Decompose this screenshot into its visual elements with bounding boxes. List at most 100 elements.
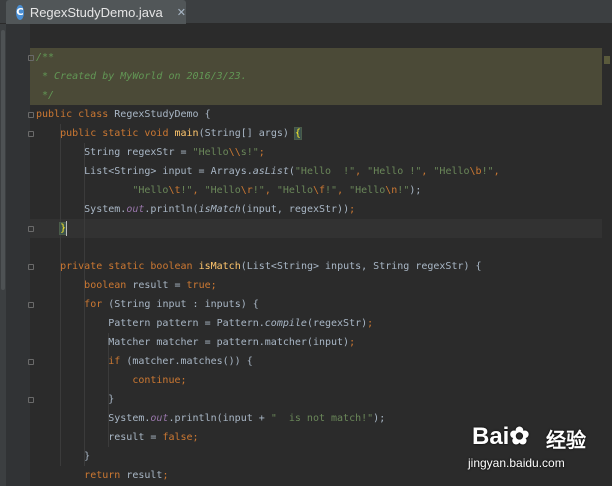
code-token: ;	[258, 147, 265, 158]
code-token: (String[] args)	[198, 128, 295, 139]
code-token: main	[174, 128, 199, 139]
fold-marker-icon[interactable]	[28, 112, 34, 118]
code-token: ,	[493, 166, 500, 177]
vertical-scrollbar[interactable]	[602, 24, 612, 486]
code-token: Matcher matcher = pattern.matcher(input)	[36, 337, 350, 348]
logo-cn-text: 经验	[546, 430, 586, 452]
code-token: ,	[192, 185, 205, 196]
code-token: {	[293, 127, 302, 140]
code-line[interactable]: Matcher matcher = pattern.matcher(input)…	[36, 333, 355, 352]
code-line[interactable]: * Created by MyWorld on 2016/3/23.	[36, 67, 247, 86]
code-token: out	[126, 204, 145, 215]
logo-text: Bai	[472, 423, 510, 450]
code-token: List<String> input = Arrays.	[36, 166, 253, 177]
code-line[interactable]: boolean result = true;	[36, 276, 217, 295]
watermark: Bai✿ 经验 jingyan.baidu.com	[468, 422, 612, 482]
code-line[interactable]: private static boolean isMatch(List<Stri…	[36, 257, 482, 276]
code-token: !"	[252, 185, 265, 196]
code-line[interactable]: for (String input : inputs) {	[36, 295, 259, 314]
code-line[interactable]: List<String> input = Arrays.asList("Hell…	[36, 162, 500, 181]
fold-marker-icon[interactable]	[28, 226, 34, 232]
code-token: "Hello	[433, 166, 470, 177]
baidu-logo: Bai✿	[472, 422, 529, 451]
code-line[interactable]: "Hello\t!", "Hello\r!", "Hello\f!", "Hel…	[36, 181, 421, 200]
code-token: s!"	[240, 147, 259, 158]
code-token: );	[409, 185, 422, 196]
code-token: if	[108, 356, 127, 367]
code-line[interactable]: result = false;	[36, 428, 198, 447]
code-token: ;	[367, 318, 374, 329]
code-token: "Hello	[276, 185, 313, 196]
code-token: for	[84, 299, 109, 310]
code-token: compile	[264, 318, 307, 329]
code-line[interactable]: }	[36, 219, 68, 238]
code-token: !"	[180, 185, 193, 196]
code-token: * Created by MyWorld on 2016/3/23.	[36, 71, 247, 82]
code-token: "Hello !"	[367, 166, 422, 177]
code-line[interactable]: /**	[36, 48, 54, 67]
code-token: public static void	[60, 128, 175, 139]
fold-marker-icon[interactable]	[28, 397, 34, 403]
code-line[interactable]: }	[36, 447, 90, 466]
doc-comment-highlight	[30, 48, 602, 67]
code-token: "Hello	[349, 185, 386, 196]
code-token: isMatch	[198, 204, 241, 215]
code-token: ,	[337, 185, 350, 196]
code-token: \\	[228, 147, 241, 158]
code-token: " is not match!"	[270, 413, 374, 424]
code-line[interactable]: System.out.println(isMatch(input, regexS…	[36, 200, 355, 219]
code-token: !"	[325, 185, 338, 196]
code-editor[interactable]: /** * Created by MyWorld on 2016/3/23. *…	[0, 0, 612, 486]
code-token: true;	[186, 280, 217, 291]
code-line[interactable]: public static void main(String[] args) {	[36, 124, 302, 143]
code-token: result	[126, 470, 163, 481]
code-token: (matcher.matches()) {	[126, 356, 253, 367]
code-line[interactable]: return result;	[36, 466, 168, 485]
code-token: System.	[36, 204, 127, 215]
code-token: ;	[349, 204, 356, 215]
code-token: (String input : inputs) {	[108, 299, 259, 310]
fold-marker-icon[interactable]	[28, 55, 34, 61]
code-token: .println(input +	[168, 413, 271, 424]
code-token: asList	[252, 166, 289, 177]
code-token: public class	[36, 109, 115, 120]
code-token: "Hello !"	[294, 166, 356, 177]
code-token: ,	[421, 166, 434, 177]
code-line[interactable]: Pattern pattern = Pattern.compile(regexS…	[36, 314, 373, 333]
code-token: \b	[469, 166, 482, 177]
code-line[interactable]: String regexStr = "Hello\\s!";	[36, 143, 265, 162]
code-token: !"	[397, 185, 410, 196]
code-token: .println(	[144, 204, 199, 215]
code-token: result =	[132, 280, 187, 291]
code-token: );	[373, 413, 386, 424]
code-line[interactable]: */	[36, 86, 54, 105]
code-line[interactable]: continue;	[36, 371, 186, 390]
code-line[interactable]: System.out.println(input + " is not matc…	[36, 409, 385, 428]
fold-marker-icon[interactable]	[28, 264, 34, 270]
code-token: \r	[240, 185, 253, 196]
code-token: "Hello	[192, 147, 229, 158]
code-token: (regexStr)	[306, 318, 368, 329]
code-line[interactable]: if (matcher.matches()) {	[36, 352, 253, 371]
watermark-url: jingyan.baidu.com	[468, 456, 565, 470]
code-token: ,	[355, 166, 368, 177]
code-line[interactable]: }	[36, 390, 114, 409]
code-line[interactable]: public class RegexStudyDemo {	[36, 105, 211, 124]
code-token: (List<String> inputs, String regexStr) {	[240, 261, 482, 272]
code-token: String regexStr =	[36, 147, 193, 158]
code-token: result =	[36, 432, 163, 443]
code-token: ;	[162, 470, 169, 481]
paw-icon: ✿	[509, 423, 530, 450]
fold-marker-icon[interactable]	[28, 302, 34, 308]
code-token: }	[36, 451, 91, 462]
code-token: */	[36, 90, 55, 101]
fold-marker-icon[interactable]	[28, 131, 34, 137]
fold-marker-icon[interactable]	[28, 359, 34, 365]
scrollbar-marker	[604, 56, 610, 64]
code-token: return	[84, 470, 127, 481]
